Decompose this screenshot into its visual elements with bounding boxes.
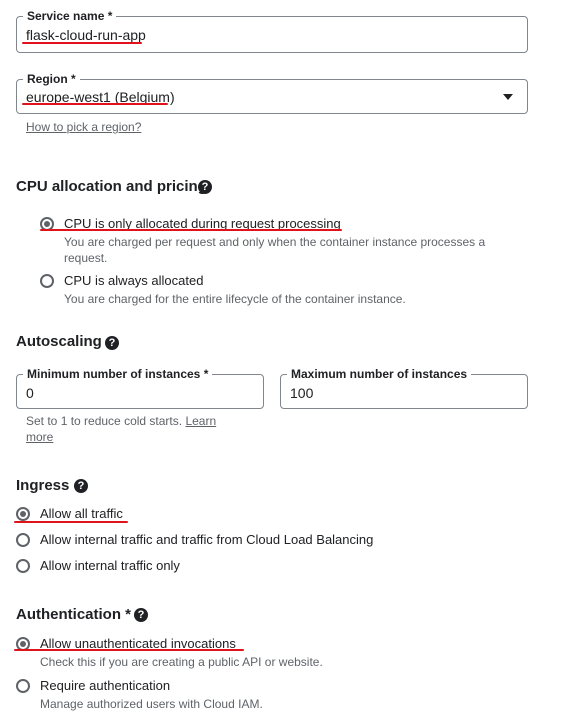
autoscaling-help-icon[interactable]: ? (105, 336, 119, 350)
ingress-internal-lb-radio[interactable] (16, 533, 30, 547)
min-instances-label: Minimum number of instances * (23, 366, 213, 382)
autoscaling-hint: Set to 1 to reduce cold starts. Learn mo… (26, 413, 226, 445)
ingress-internal-lb-label: Allow internal traffic and traffic from … (40, 532, 374, 547)
ingress-internal-radio[interactable] (16, 559, 30, 573)
cpu-option-always-radio[interactable] (40, 274, 54, 288)
ingress-internal-label: Allow internal traffic only (40, 558, 180, 573)
service-name-underline (22, 42, 142, 44)
chevron-down-icon (503, 94, 513, 100)
authentication-help-icon[interactable]: ? (134, 608, 148, 622)
auth-require-label: Require authentication (40, 678, 171, 693)
cpu-option-request-desc: You are charged per request and only whe… (64, 235, 486, 265)
region-help-link[interactable]: How to pick a region? (26, 119, 141, 135)
cpu-option-underline (40, 229, 342, 231)
auth-underline (14, 649, 244, 651)
ingress-underline (14, 521, 128, 523)
ingress-section-title: Ingress (16, 477, 70, 494)
max-instances-input[interactable]: Maximum number of instances 100 (280, 366, 528, 409)
cpu-help-icon[interactable]: ? (198, 180, 212, 194)
min-instances-input[interactable]: Minimum number of instances * 0 (16, 366, 264, 409)
auth-require-desc: Manage authorized users with Cloud IAM. (40, 697, 263, 711)
cpu-option-always-label: CPU is always allocated (64, 273, 204, 288)
cpu-option-always-desc: You are charged for the entire lifecycle… (64, 292, 406, 306)
auth-require-radio[interactable] (16, 679, 30, 693)
auth-unauthenticated-desc: Check this if you are creating a public … (40, 655, 323, 669)
min-instances-value: 0 (26, 385, 34, 401)
ingress-all-label: Allow all traffic (40, 506, 123, 521)
region-underline (22, 103, 168, 105)
ingress-help-icon[interactable]: ? (74, 479, 88, 493)
ingress-all-radio[interactable] (16, 507, 30, 521)
autoscaling-hint-text: Set to 1 to reduce cold starts. (26, 414, 183, 428)
max-instances-value: 100 (290, 385, 314, 401)
region-select[interactable]: Region * europe-west1 (Belgium) (16, 71, 528, 114)
authentication-section-title: Authentication * (16, 606, 131, 623)
autoscaling-section-title: Autoscaling (16, 333, 102, 350)
service-name-field[interactable]: Service name * flask-cloud-run-app (16, 8, 528, 53)
region-label: Region * (23, 71, 80, 87)
max-instances-label: Maximum number of instances (287, 366, 472, 382)
service-name-label: Service name * (23, 8, 117, 24)
cpu-section-title: CPU allocation and pricing (16, 178, 207, 195)
